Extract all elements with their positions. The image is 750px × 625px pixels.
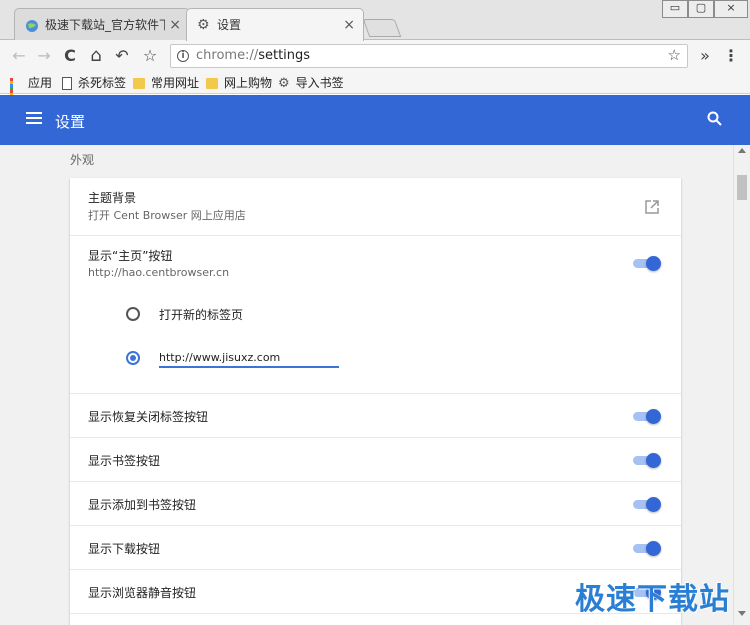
minimize-button[interactable]: ▭ — [662, 0, 688, 18]
tab-settings[interactable]: ⚙ 设置 × — [186, 8, 364, 41]
bookmark-apps[interactable]: 应用 — [10, 75, 53, 105]
section-heading: 外观 — [70, 153, 95, 167]
home-button[interactable]: ⌂ — [85, 45, 107, 67]
scroll-down-arrow-icon[interactable] — [738, 611, 746, 616]
theme-row[interactable]: 主题背景 打开 Cent Browser 网上应用店 — [70, 178, 681, 236]
external-link-icon[interactable] — [645, 200, 659, 214]
reload-button[interactable]: C — [59, 45, 81, 67]
toolbar: ← → C ⌂ ↶ ☆ i chrome://settings ☆ » ⋮ — [0, 40, 750, 72]
scroll-thumb[interactable] — [737, 175, 747, 200]
scroll-up-arrow-icon[interactable] — [738, 148, 746, 153]
info-icon[interactable]: i — [177, 50, 189, 62]
toggle-label: 显示浏览器静音按钮 — [88, 586, 197, 600]
folder-icon — [206, 78, 218, 89]
globe-icon — [26, 20, 38, 32]
custom-url-radio[interactable] — [126, 351, 140, 365]
toggle-row: 显示添加到书签按钮 — [70, 482, 681, 526]
restore-tab-toggle[interactable] — [633, 409, 661, 424]
tab-label: 极速下载站_官方软件下载 — [45, 18, 165, 32]
toggle-row: 显示书签按钮 — [70, 438, 681, 482]
custom-url-input[interactable] — [159, 348, 339, 368]
toggle-label: 显示添加到书签按钮 — [88, 498, 197, 512]
home-button-row: 显示“主页”按钮 http://hao.centbrowser.cn 打开新的标… — [70, 236, 681, 394]
url-scheme: chrome:// — [196, 48, 259, 63]
bookmark-label: 杀死标签 — [78, 76, 127, 90]
new-tab-radio-label: 打开新的标签页 — [159, 308, 244, 322]
tab-strip: 极速下载站_官方软件下载 × ⚙ 设置 × ▭ ▢ × — [0, 0, 750, 41]
extensions-overflow-button[interactable]: » — [694, 45, 716, 67]
tab-jisuxz[interactable]: 极速下载站_官方软件下载 × — [14, 8, 190, 41]
tab-close-icon[interactable]: × — [169, 9, 181, 41]
appearance-card: 主题背景 打开 Cent Browser 网上应用店 显示“主页”按钮 http… — [70, 178, 681, 625]
toggle-label: 显示恢复关闭标签按钮 — [88, 410, 209, 424]
folder-icon — [133, 78, 145, 89]
download-button-toggle[interactable] — [633, 541, 661, 556]
bookmark-star-button[interactable]: ☆ — [139, 45, 161, 67]
apps-grid-icon — [10, 77, 22, 105]
hamburger-menu-icon[interactable] — [26, 112, 42, 126]
bookmark-label: 导入书签 — [295, 76, 344, 90]
watermark-logo: 极速下载站 — [575, 582, 730, 617]
bookmark-import[interactable]: ⚙ 导入书签 — [278, 75, 344, 91]
bookmark-label: 常用网址 — [151, 76, 200, 90]
home-button-toggle[interactable] — [633, 256, 661, 271]
close-window-button[interactable]: × — [714, 0, 748, 18]
undo-close-tab-button[interactable]: ↶ — [111, 45, 133, 67]
url-path: settings — [258, 48, 311, 63]
forward-button[interactable]: → — [33, 45, 55, 67]
bookmark-label: 网上购物 — [224, 76, 273, 90]
gear-icon: ⚙ — [197, 17, 210, 33]
address-bar[interactable]: i chrome://settings ☆ — [170, 44, 688, 68]
maximize-button[interactable]: ▢ — [688, 0, 714, 18]
toggle-row: 显示恢复关闭标签按钮 — [70, 394, 681, 438]
bookmark-shopping[interactable]: 网上购物 — [206, 75, 272, 91]
bookmarks-button-toggle[interactable] — [633, 453, 661, 468]
bookmark-label: 应用 — [28, 76, 53, 90]
new-tab-radio[interactable] — [126, 307, 140, 321]
toggle-label: 显示书签按钮 — [88, 454, 161, 468]
settings-content: 外观 主题背景 打开 Cent Browser 网上应用店 显示“主页”按钮 h… — [0, 145, 733, 625]
toggle-row: 显示下载按钮 — [70, 526, 681, 570]
new-tab-button[interactable] — [362, 19, 402, 37]
bookmark-common-sites[interactable]: 常用网址 — [133, 75, 199, 91]
vertical-scrollbar[interactable] — [733, 145, 750, 625]
theme-title: 主题背景 — [88, 191, 137, 205]
gear-icon: ⚙ — [278, 75, 290, 91]
tab-close-icon[interactable]: × — [343, 9, 355, 41]
home-button-title: 显示“主页”按钮 — [88, 249, 173, 263]
theme-subtitle: 打开 Cent Browser 网上应用店 — [88, 209, 246, 222]
menu-button[interactable]: ⋮ — [720, 45, 742, 67]
page-title: 设置 — [55, 113, 86, 131]
url-text[interactable]: chrome://settings — [196, 48, 310, 63]
add-bookmark-toggle[interactable] — [633, 497, 661, 512]
search-icon[interactable] — [706, 110, 724, 128]
toggle-label: 显示下载按钮 — [88, 542, 161, 556]
settings-header: 设置 — [0, 95, 750, 145]
star-icon[interactable]: ☆ — [668, 46, 681, 64]
home-button-subtitle: http://hao.centbrowser.cn — [88, 266, 230, 279]
page-icon — [62, 77, 72, 90]
bookmarks-bar: 应用 杀死标签 常用网址 网上购物 ⚙ 导入书签 — [0, 72, 750, 105]
back-button[interactable]: ← — [8, 45, 30, 67]
tab-label: 设置 — [217, 18, 242, 32]
bookmark-kill-tabs[interactable]: 杀死标签 — [62, 75, 126, 91]
